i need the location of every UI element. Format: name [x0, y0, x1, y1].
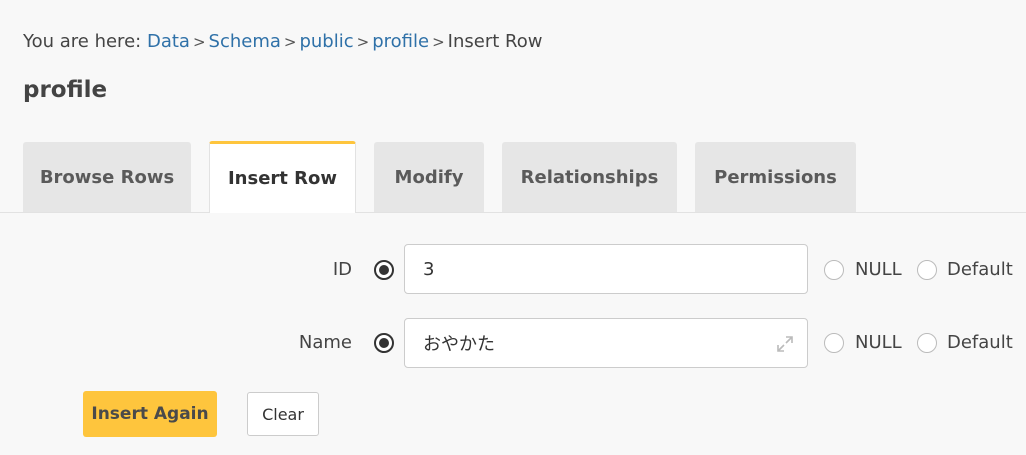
tab-permissions[interactable]: Permissions [695, 142, 856, 212]
breadcrumb-link-profile[interactable]: profile [372, 31, 429, 52]
breadcrumb: You are here: Data > Schema > public > profile… [23, 31, 542, 53]
name-value-radio[interactable] [374, 333, 394, 353]
breadcrumb-separator: > [283, 33, 297, 51]
name-input[interactable]: おやかた [404, 318, 808, 368]
id-default-label: Default [947, 259, 1013, 280]
id-null-label: NULL [855, 259, 902, 280]
id-value-radio[interactable] [374, 260, 394, 280]
tab-insert-row[interactable]: Insert Row [209, 141, 356, 213]
tab-bar: Browse Rows Insert Row Modify Relationsh… [0, 140, 1026, 213]
field-label-name: Name [298, 332, 352, 353]
breadcrumb-separator: > [432, 33, 445, 51]
name-default-radio[interactable] [917, 333, 937, 353]
id-null-radio[interactable] [824, 260, 844, 280]
clear-button[interactable]: Clear [247, 392, 319, 436]
breadcrumb-separator: > [356, 33, 370, 51]
breadcrumb-separator: > [192, 33, 206, 51]
name-default-label: Default [947, 332, 1013, 353]
insert-again-button[interactable]: Insert Again [83, 391, 217, 437]
name-null-label: NULL [855, 332, 902, 353]
tab-browse-rows[interactable]: Browse Rows [23, 142, 191, 212]
tab-modify[interactable]: Modify [374, 142, 484, 212]
tab-relationships[interactable]: Relationships [502, 142, 677, 212]
name-input-value: おやかた [423, 334, 495, 355]
name-null-radio[interactable] [824, 333, 844, 353]
breadcrumb-link-public[interactable]: public [299, 31, 353, 52]
expand-icon[interactable] [775, 334, 795, 354]
id-default-radio[interactable] [917, 260, 937, 280]
breadcrumb-link-data[interactable]: Data [147, 31, 190, 52]
breadcrumb-current: Insert Row [447, 31, 543, 52]
page-title: profile [23, 77, 108, 103]
breadcrumb-link-schema[interactable]: Schema [209, 31, 281, 52]
id-input[interactable]: 3 [404, 244, 808, 294]
breadcrumb-prefix: You are here: [23, 31, 142, 52]
field-label-id: ID [332, 259, 352, 280]
